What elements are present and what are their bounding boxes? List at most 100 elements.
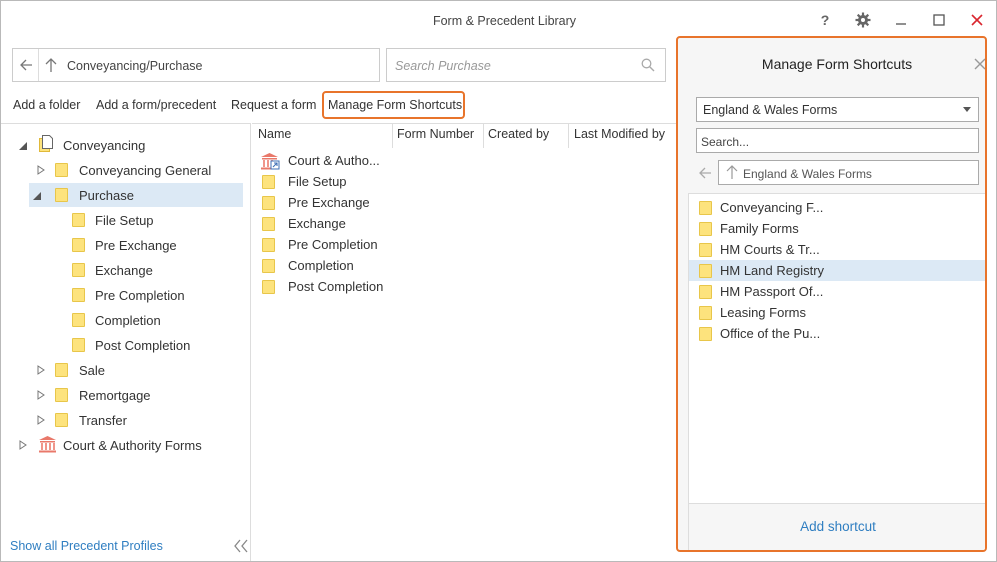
manage-shortcuts-button[interactable]: Manage Form Shortcuts: [328, 98, 462, 112]
collapse-panel-icon[interactable]: [233, 539, 249, 553]
tree-label: Exchange: [95, 262, 153, 278]
list-item[interactable]: Exchange: [262, 213, 346, 234]
tree-item-remortgage[interactable]: Remortgage: [1, 383, 250, 407]
tree-label: File Setup: [95, 212, 154, 228]
list-item-label: Post Completion: [288, 279, 384, 294]
folder-icon: [699, 200, 712, 215]
folder-icon: [262, 174, 275, 189]
up-arrow-icon[interactable]: [725, 164, 739, 180]
tree-item-completion[interactable]: Completion: [1, 308, 250, 332]
app-window: Form & Precedent Library ? Conveyancing/…: [0, 0, 997, 562]
list-item-label: Completion: [288, 258, 354, 273]
folder-icon: [262, 237, 275, 252]
tree-label: Conveyancing: [63, 137, 146, 153]
list-item[interactable]: Leasing Forms: [689, 302, 985, 323]
tree-item-conveyancing-general[interactable]: Conveyancing General: [1, 158, 250, 182]
list-item[interactable]: Court & Autho...: [261, 150, 380, 171]
form-list: Name Form Number Created by Last Modifie…: [252, 123, 676, 561]
help-button[interactable]: ?: [812, 9, 838, 31]
folder-icon: [72, 238, 85, 252]
list-item[interactable]: HM Courts & Tr...: [689, 239, 985, 260]
address-bar[interactable]: Conveyancing/Purchase: [12, 48, 380, 82]
tree-item-post-completion[interactable]: Post Completion: [1, 333, 250, 357]
settings-button[interactable]: [850, 9, 876, 31]
tree-item-purchase[interactable]: Purchase: [29, 183, 243, 207]
gear-icon: [855, 12, 871, 28]
minimize-button[interactable]: [888, 9, 914, 31]
tree-item-exchange[interactable]: Exchange: [1, 258, 250, 282]
list-item[interactable]: Pre Exchange: [262, 192, 370, 213]
list-item[interactable]: File Setup: [262, 171, 347, 192]
search-placeholder: Search Purchase: [395, 59, 491, 73]
folder-icon: [55, 163, 68, 177]
add-form-button[interactable]: Add a form/precedent: [96, 98, 216, 112]
add-folder-button[interactable]: Add a folder: [13, 98, 80, 112]
folder-icon: [699, 305, 712, 320]
tree-label: Court & Authority Forms: [63, 437, 202, 453]
collapsed-arrow-icon[interactable]: [36, 390, 46, 400]
column-divider[interactable]: [483, 124, 484, 148]
list-item-label: HM Passport Of...: [720, 284, 824, 299]
address-path: Conveyancing/Purchase: [67, 59, 203, 73]
expand-arrow-icon[interactable]: [18, 141, 28, 151]
panel-search-input[interactable]: Search...: [696, 128, 979, 153]
folder-icon: [699, 263, 712, 278]
tree-item-file-setup[interactable]: File Setup: [1, 208, 250, 232]
list-item[interactable]: HM Passport Of...: [689, 281, 985, 302]
list-item-label: File Setup: [288, 174, 347, 189]
column-header-form-number[interactable]: Form Number: [397, 127, 474, 141]
search-input[interactable]: Search Purchase: [386, 48, 666, 82]
list-item-selected[interactable]: HM Land Registry: [689, 260, 985, 281]
tree-label: Pre Completion: [95, 287, 185, 303]
column-divider[interactable]: [392, 124, 393, 148]
close-icon[interactable]: [974, 58, 986, 70]
list-item[interactable]: Conveyancing F...: [689, 197, 985, 218]
show-all-profiles-link[interactable]: Show all Precedent Profiles: [10, 539, 163, 553]
list-item-label: Court & Autho...: [288, 153, 380, 168]
folder-icon: [699, 284, 712, 299]
tree-label: Purchase: [79, 187, 134, 203]
column-divider[interactable]: [568, 124, 569, 148]
list-item[interactable]: Family Forms: [689, 218, 985, 239]
close-icon: [971, 14, 983, 26]
list-item[interactable]: Office of the Pu...: [689, 323, 985, 344]
tree-item-court-authority[interactable]: Court & Authority Forms: [1, 433, 250, 457]
request-form-button[interactable]: Request a form: [231, 98, 316, 112]
list-item[interactable]: Post Completion: [262, 276, 383, 297]
collapsed-arrow-icon[interactable]: [36, 365, 46, 375]
panel-path-box: England & Wales Forms: [718, 160, 979, 185]
collapsed-arrow-icon[interactable]: [36, 165, 46, 175]
tree-item-transfer[interactable]: Transfer: [1, 408, 250, 432]
folder-icon: [55, 188, 68, 202]
folder-icon: [55, 388, 68, 402]
maximize-button[interactable]: [926, 9, 952, 31]
tree-label: Conveyancing General: [79, 162, 212, 178]
tree-label: Transfer: [79, 412, 127, 428]
folder-icon: [55, 363, 68, 377]
panel-path: England & Wales Forms: [743, 167, 872, 181]
tree-item-sale[interactable]: Sale: [1, 358, 250, 382]
collapsed-arrow-icon[interactable]: [36, 415, 46, 425]
list-item-label: Conveyancing F...: [720, 200, 824, 215]
search-icon[interactable]: [641, 58, 655, 72]
expand-arrow-icon[interactable]: [32, 191, 42, 201]
folder-icon: [262, 258, 275, 273]
back-button[interactable]: [13, 49, 39, 81]
list-item-label: Family Forms: [720, 221, 799, 236]
column-header-last-modified-by[interactable]: Last Modified by: [574, 127, 665, 141]
tree-item-conveyancing[interactable]: Conveyancing: [1, 133, 250, 157]
close-button[interactable]: [964, 9, 990, 31]
list-item[interactable]: Completion: [262, 255, 354, 276]
tree-item-pre-completion[interactable]: Pre Completion: [1, 283, 250, 307]
back-arrow-icon[interactable]: [698, 166, 712, 180]
collapsed-arrow-icon[interactable]: [18, 440, 28, 450]
library-dropdown[interactable]: England & Wales Forms: [696, 97, 979, 122]
add-shortcut-button[interactable]: Add shortcut: [689, 519, 985, 534]
up-arrow-icon[interactable]: [43, 57, 59, 73]
column-header-created-by[interactable]: Created by: [488, 127, 549, 141]
list-item-label: Leasing Forms: [720, 305, 806, 320]
courthouse-icon: [39, 436, 56, 453]
tree-item-pre-exchange[interactable]: Pre Exchange: [1, 233, 250, 257]
column-header-name[interactable]: Name: [258, 127, 291, 141]
list-item[interactable]: Pre Completion: [262, 234, 378, 255]
